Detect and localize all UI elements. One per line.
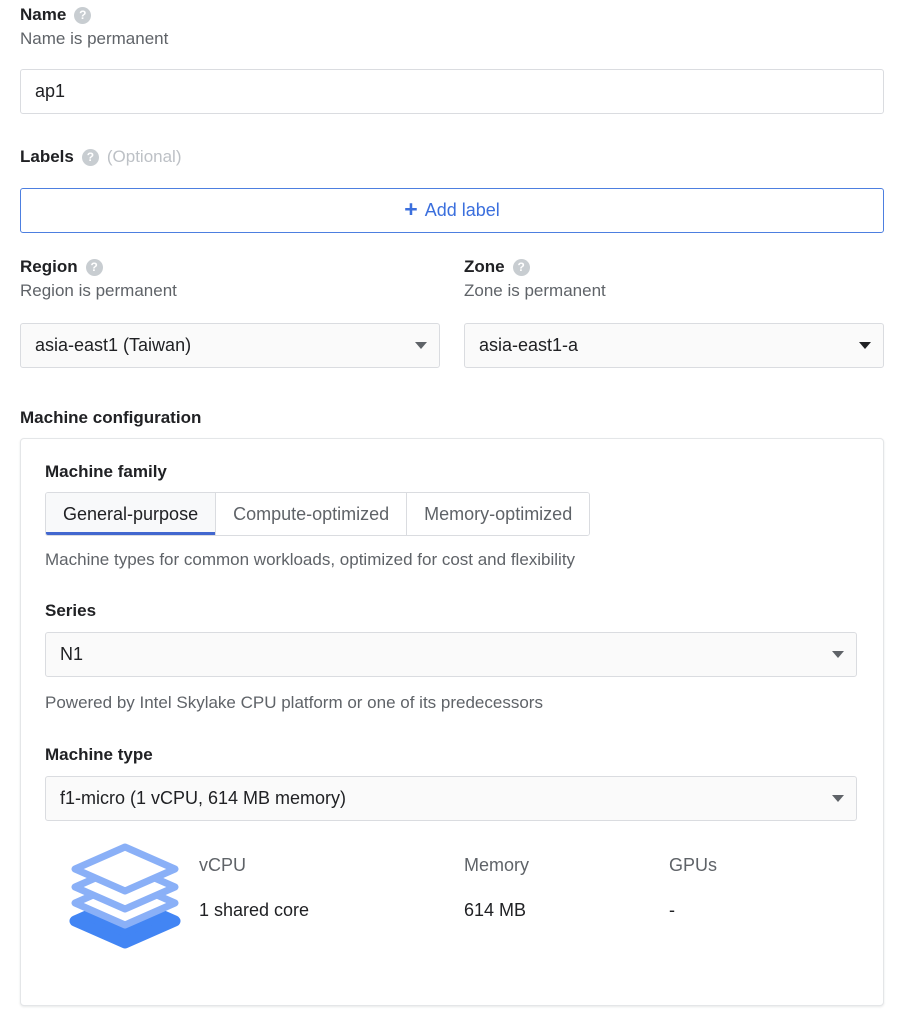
name-label: Name: [20, 5, 67, 24]
region-section: Region ? Region is permanent: [20, 256, 177, 303]
labels-optional-text: (Optional): [106, 147, 182, 166]
chevron-down-icon: [415, 342, 427, 349]
zone-label-row: Zone ?: [464, 256, 606, 278]
zone-select-value: asia-east1-a: [479, 335, 579, 355]
series-description: Powered by Intel Skylake CPU platform or…: [45, 693, 543, 712]
spec-column-gpus: GPUs -: [669, 853, 809, 922]
tab-compute-optimized[interactable]: Compute-optimized: [216, 493, 408, 535]
spec-header-vcpu: vCPU: [199, 855, 247, 875]
tab-memory-optimized[interactable]: Memory-optimized: [407, 493, 590, 535]
machine-family-description: Machine types for common workloads, opti…: [45, 550, 576, 569]
stacked-layers-icon: [67, 837, 183, 954]
help-circle-icon[interactable]: ?: [74, 6, 92, 24]
tab-general-purpose-label: General-purpose: [63, 503, 199, 524]
series-heading: Series: [45, 601, 97, 620]
region-label-row: Region ?: [20, 256, 177, 278]
spec-columns: vCPU 1 shared core Memory 614 MB GPUs -: [199, 839, 809, 922]
help-circle-icon[interactable]: ?: [85, 258, 103, 276]
region-label: Region: [20, 257, 78, 276]
tab-compute-optimized-label: Compute-optimized: [233, 503, 390, 524]
labels-label: Labels: [20, 147, 74, 166]
labels-label-row: Labels ? (Optional): [20, 146, 182, 168]
region-description: Region is permanent: [20, 281, 177, 300]
region-select-value: asia-east1 (Taiwan): [35, 335, 192, 355]
machine-configuration-card-inner: Machine family General-purpose Compute-o…: [21, 439, 883, 954]
spec-value-memory: 614 MB: [464, 900, 527, 920]
name-description: Name is permanent: [20, 29, 169, 48]
zone-select[interactable]: asia-east1-a: [464, 323, 884, 368]
add-label-button[interactable]: + Add label: [20, 188, 884, 233]
region-select[interactable]: asia-east1 (Taiwan): [20, 323, 440, 368]
tab-memory-optimized-label: Memory-optimized: [424, 503, 573, 524]
labels-section: Labels ? (Optional): [20, 146, 182, 168]
machine-type-select[interactable]: f1-micro (1 vCPU, 614 MB memory): [45, 776, 857, 821]
vm-create-form: Name ? Name is permanent Labels ? (Optio…: [0, 0, 898, 1024]
machine-type-select-value: f1-micro (1 vCPU, 614 MB memory): [60, 788, 347, 808]
machine-type-heading: Machine type: [45, 745, 153, 764]
tab-general-purpose[interactable]: General-purpose: [46, 493, 217, 535]
chevron-down-icon: [832, 651, 844, 658]
spec-value-vcpu: 1 shared core: [199, 900, 310, 920]
add-label-button-text: Add label: [424, 200, 500, 220]
zone-description: Zone is permanent: [464, 281, 606, 300]
spec-value-gpus: -: [669, 900, 675, 920]
spec-header-memory: Memory: [464, 855, 530, 875]
series-select[interactable]: N1: [45, 632, 857, 677]
spec-header-gpus: GPUs: [669, 855, 718, 875]
name-label-row: Name ?: [20, 4, 168, 26]
chevron-down-icon: [859, 342, 871, 349]
zone-label: Zone: [464, 257, 505, 276]
spec-column-vcpu: vCPU 1 shared core: [199, 853, 464, 922]
machine-configuration-heading: Machine configuration: [20, 408, 202, 427]
machine-configuration-card: Machine family General-purpose Compute-o…: [20, 438, 884, 1006]
machine-specs: vCPU 1 shared core Memory 614 MB GPUs -: [45, 839, 859, 954]
name-section: Name ? Name is permanent: [20, 4, 168, 51]
series-select-value: N1: [60, 644, 84, 664]
spec-column-memory: Memory 614 MB: [464, 853, 669, 922]
chevron-down-icon: [832, 795, 844, 802]
plus-icon: +: [404, 196, 418, 222]
zone-section: Zone ? Zone is permanent: [464, 256, 606, 303]
name-input[interactable]: [20, 69, 884, 114]
machine-family-heading: Machine family: [45, 462, 167, 481]
help-circle-icon[interactable]: ?: [512, 258, 530, 276]
machine-family-tabs: General-purpose Compute-optimized Memory…: [45, 492, 591, 536]
help-circle-icon[interactable]: ?: [81, 148, 99, 166]
